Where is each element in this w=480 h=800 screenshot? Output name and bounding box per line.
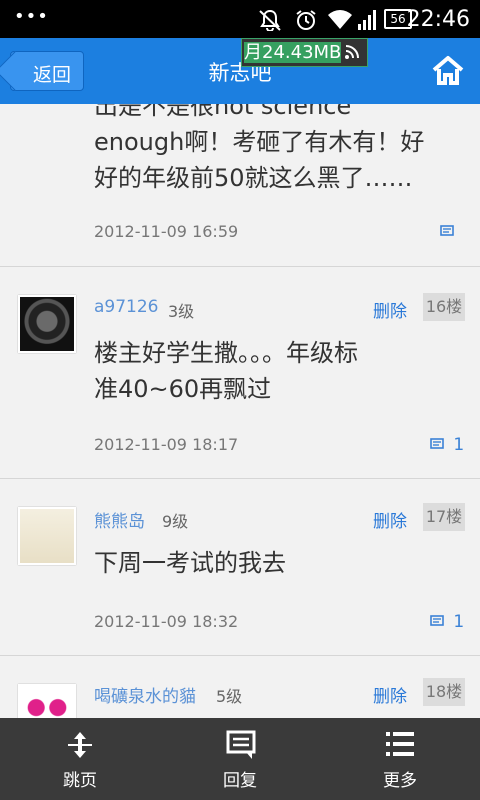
bottom-toolbar: 跳页 回复 更多 (0, 718, 480, 800)
post-content-line: 楼主好学生撒。。。年级标 (94, 339, 358, 367)
reply-button[interactable]: 回复 (160, 718, 320, 800)
floor-badge: 18楼 (423, 678, 465, 706)
comment-icon (430, 438, 444, 449)
signal-icon (358, 10, 376, 30)
alarm-icon (296, 10, 316, 30)
page-title: 新志吧 (208, 61, 272, 85)
post-content-line: 下周一考试的我去 (94, 549, 286, 577)
post-content: 出是不是很not science enough啊！考砸了有木有！好 好的年级前5… (94, 104, 424, 196)
reply-count: 1 (453, 435, 465, 455)
delete-button[interactable]: 删除 (373, 507, 407, 532)
jump-page-button[interactable]: 跳页 (0, 718, 160, 800)
post-content-line: 准40~60再飘过 (94, 375, 272, 403)
clock: 22:46 (406, 7, 470, 32)
user-level: 9级 (162, 512, 189, 531)
comment-icon (440, 225, 454, 236)
traffic-value: 24.43MB (262, 42, 342, 63)
username-link[interactable]: 熊熊岛 (94, 507, 145, 532)
list-item[interactable]: 喝礦泉水的貓 5级 删除 18楼 (0, 656, 480, 718)
reply-label: 回复 (223, 771, 257, 791)
list-item[interactable]: 熊熊岛 9级 删除 17楼 下周一考试的我去 2012-11-09 18:32 … (0, 479, 480, 656)
post-timestamp: 2012-11-09 16:59 (94, 222, 239, 241)
post-content-line: enough啊！考砸了有木有！好 (94, 128, 425, 156)
post-content-line: 好的年级前50就这么黑了…… (94, 164, 413, 192)
menu-icon (386, 732, 414, 756)
status-bar: ••• 56 22:46 (0, 0, 480, 38)
user-level: 5级 (216, 687, 243, 706)
list-item[interactable]: 出是不是很not science enough啊！考砸了有木有！好 好的年级前5… (0, 104, 480, 267)
app-header: 返回 新志吧 (0, 38, 480, 104)
reply-count: 1 (453, 612, 465, 632)
reply-count-button[interactable]: 1 (430, 612, 464, 632)
rss-icon (345, 45, 359, 59)
jump-page-label: 跳页 (63, 771, 97, 791)
delete-button[interactable]: 删除 (373, 682, 407, 707)
avatar[interactable] (18, 684, 76, 718)
comment-icon (430, 615, 444, 626)
jump-icon (68, 732, 92, 758)
avatar[interactable] (18, 507, 76, 565)
more-button[interactable]: 更多 (320, 718, 480, 800)
username-link[interactable]: 喝礦泉水的貓 (94, 682, 196, 707)
floor-badge: 17楼 (423, 503, 465, 531)
post-timestamp: 2012-11-09 18:32 (94, 612, 239, 631)
signal-badge: 56 (390, 12, 406, 26)
post-content-line: 出是不是很not science (94, 104, 352, 120)
post-content: 下周一考试的我去 (94, 545, 286, 581)
post-content: 楼主好学生撒。。。年级标 准40~60再飘过 (94, 335, 358, 407)
home-icon[interactable] (432, 55, 464, 85)
reply-icon (226, 730, 256, 759)
notifications-off-icon (259, 9, 281, 31)
user-level: 3级 (168, 302, 195, 321)
more-label: 更多 (383, 771, 417, 791)
traffic-prefix: 月 (244, 42, 262, 63)
reply-count-button[interactable] (440, 222, 454, 242)
reply-count-button[interactable]: 1 (430, 435, 464, 455)
floor-badge: 16楼 (423, 293, 465, 321)
list-item[interactable]: a97126 3级 删除 16楼 楼主好学生撒。。。年级标 准40~60再飘过 … (0, 267, 480, 479)
post-timestamp: 2012-11-09 18:17 (94, 435, 239, 454)
overflow-dots-icon: ••• (14, 6, 49, 27)
username-link[interactable]: a97126 (94, 297, 159, 317)
post-list[interactable]: 出是不是很not science enough啊！考砸了有木有！好 好的年级前5… (0, 104, 480, 718)
delete-button[interactable]: 删除 (373, 297, 407, 322)
avatar[interactable] (18, 295, 76, 353)
wifi-icon (328, 10, 352, 29)
traffic-overlay: 月24.43MB (241, 38, 368, 67)
